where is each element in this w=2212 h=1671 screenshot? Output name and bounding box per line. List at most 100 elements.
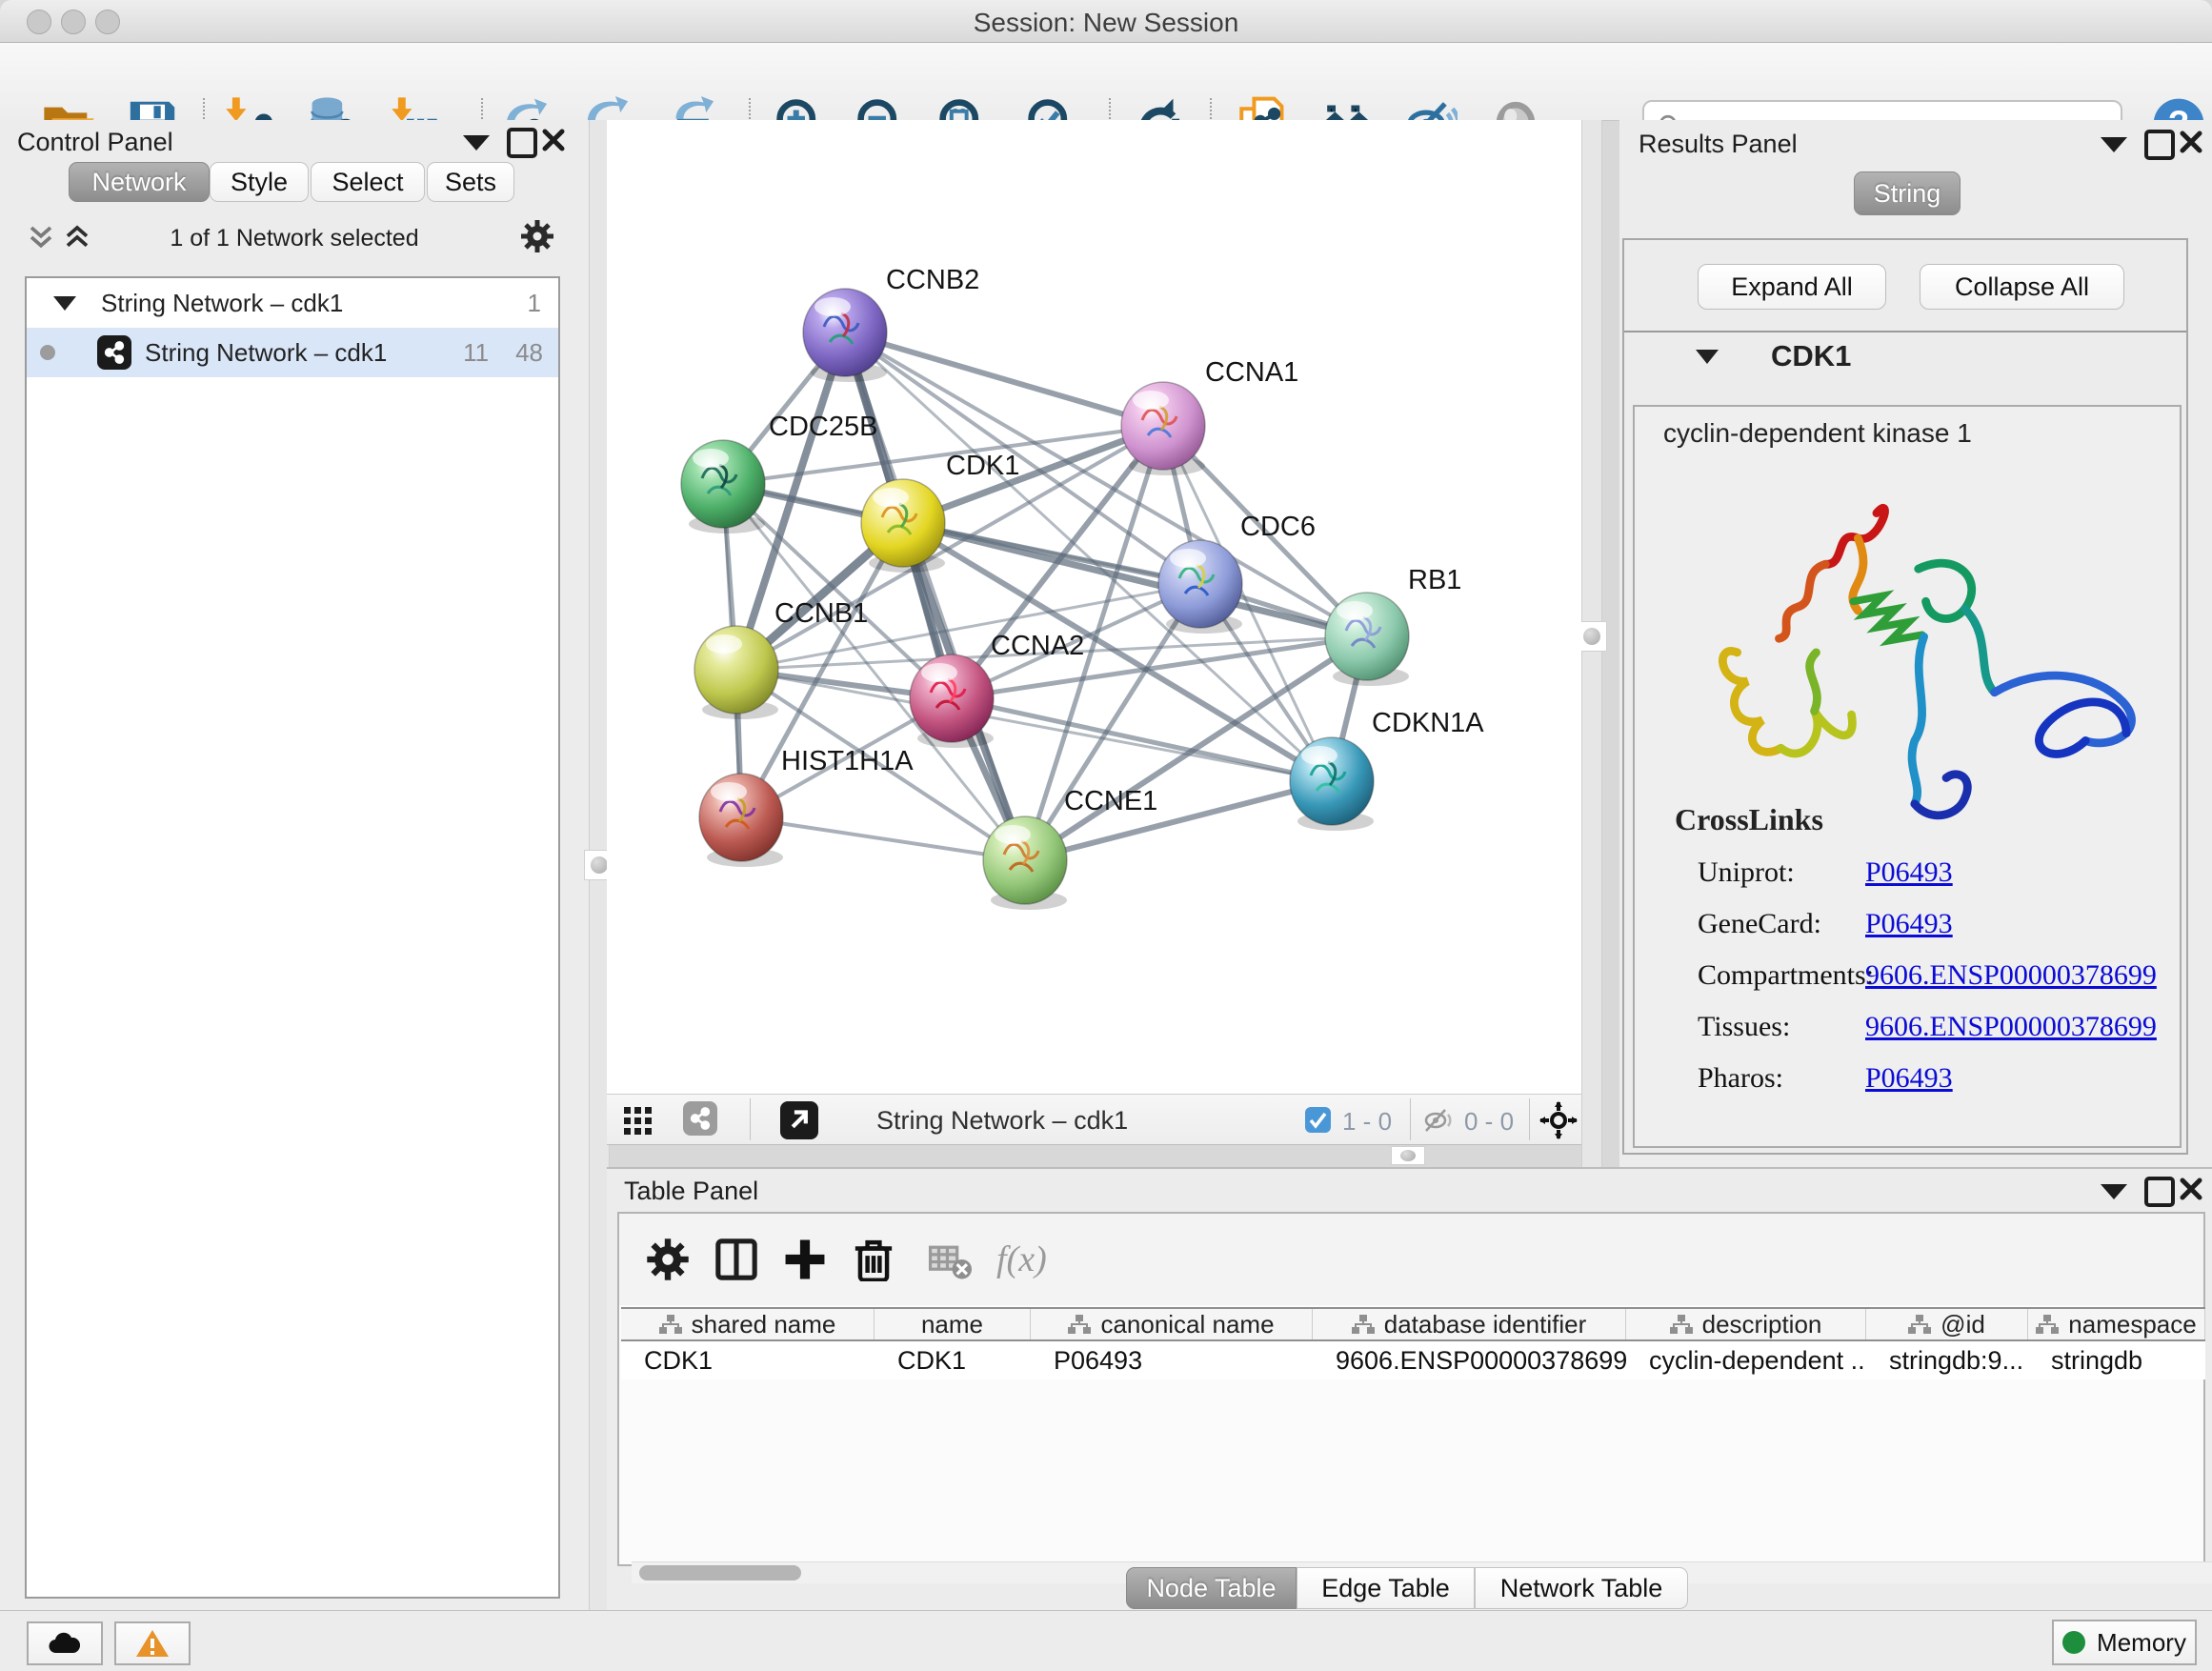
bottom-splitter-handle[interactable] [1391,1146,1425,1165]
table-row[interactable]: CDK1CDK1P064939606.ENSP00000378699cyclin… [621,1341,2205,1379]
crosslink-row: Pharos:P06493 [1698,1053,2164,1104]
table-panel: Table Panel f(x) shared namenamecanonica… [607,1167,2212,1610]
maximize-panel-icon[interactable] [2144,130,2175,160]
network-share-icon[interactable] [683,1101,717,1136]
gene-expand-icon[interactable] [1696,350,1719,364]
column-header-description[interactable]: description [1626,1309,1866,1339]
network-status-dot [40,345,55,360]
column-header--id[interactable]: @id [1866,1309,2028,1339]
float-panel-icon[interactable] [463,135,490,151]
network-collection-row[interactable]: String Network – cdk1 1 [27,278,558,328]
tab-sets[interactable]: Sets [427,162,514,202]
edge-CCNA2-CDKN1A[interactable] [952,698,1332,781]
crosslink-link[interactable]: 9606.ENSP00000378699 [1865,1011,2157,1043]
node-CDC25B[interactable]: CDC25B [681,412,877,534]
crosslink-link[interactable]: P06493 [1865,856,1953,889]
cloud-button[interactable] [27,1621,103,1665]
warning-button[interactable] [114,1621,191,1665]
network-selection-status: 1 of 1 Network selected [0,225,589,252]
node-RB1[interactable]: RB1 [1325,565,1461,686]
cell-description[interactable]: cyclin-dependent ... [1626,1341,1866,1379]
network-row[interactable]: String Network – cdk1 11 48 [27,328,558,377]
column-header-namespace[interactable]: namespace [2028,1309,2205,1339]
node-label-CDC6: CDC6 [1240,512,1316,542]
crosslink-link[interactable]: P06493 [1865,1062,1953,1095]
maximize-panel-icon[interactable] [2144,1177,2175,1207]
column-header-shared-name[interactable]: shared name [621,1309,875,1339]
memory-label: Memory [2097,1628,2186,1658]
node-label-RB1: RB1 [1408,565,1461,595]
close-panel-icon[interactable] [2179,130,2203,154]
cell-database-identifier[interactable]: 9606.ENSP00000378699 [1313,1341,1626,1379]
column-header-name[interactable]: name [875,1309,1031,1339]
control-panel: Control Panel Network Style Select Sets … [0,120,589,1610]
table-settings-gear-icon[interactable] [646,1238,690,1281]
tab-node-table[interactable]: Node Table [1126,1567,1297,1609]
delete-table-icon [928,1238,972,1281]
node-CDKN1A[interactable]: CDKN1A [1290,708,1484,831]
column-header-database-identifier[interactable]: database identifier [1313,1309,1626,1339]
network-view-toolbar: String Network – cdk1 1 - 0 0 - 0 [607,1094,1581,1145]
network-canvas[interactable]: CCNB2CCNA1CDC25BCDK1CDC6RB1CCNB1CCNA2CDK… [607,120,1581,1094]
tab-style[interactable]: Style [210,162,309,202]
toolbar-separator [750,1098,751,1140]
collapse-all-button[interactable]: Collapse All [1920,264,2124,310]
cell--id[interactable]: stringdb:9... [1866,1341,2028,1379]
grid-view-icon[interactable] [624,1107,653,1136]
node-label-CDC25B: CDC25B [769,412,877,442]
cell-name[interactable]: CDK1 [875,1341,1031,1379]
cytoscape-window: { "window": { "title": "Session: New Ses… [0,0,2212,1671]
node-label-HIST1H1A: HIST1H1A [781,746,914,776]
protein-structure-image [1661,462,2157,834]
node-HIST1H1A[interactable]: HIST1H1A [699,746,914,867]
cell-shared-name[interactable]: CDK1 [621,1341,875,1379]
show-columns-icon[interactable] [714,1238,758,1281]
hidden-counts: 0 - 0 [1464,1107,1514,1137]
tab-select[interactable]: Select [311,162,425,202]
expand-all-button[interactable]: Expand All [1698,264,1886,310]
right-splitter[interactable] [1581,120,1602,1167]
crosslink-link[interactable]: 9606.ENSP00000378699 [1865,959,2157,992]
crosslink-link[interactable]: P06493 [1865,908,1953,940]
node-label-CCNA1: CCNA1 [1205,357,1298,388]
delete-column-trash-icon[interactable] [852,1238,895,1281]
close-panel-icon[interactable] [2179,1177,2203,1201]
create-column-plus-icon[interactable] [783,1238,827,1281]
string-results-box: Expand All Collapse All CDK1 cyclin-depe… [1622,238,2188,1155]
crosslink-label: Tissues: [1698,1011,1865,1043]
function-builder-icon: f(x) [996,1238,1047,1280]
close-panel-icon[interactable] [541,128,566,152]
cell-namespace[interactable]: stringdb [2028,1341,2205,1379]
edge-CCNB2-CCNA1[interactable] [845,332,1163,426]
collection-expand-icon[interactable] [53,296,76,311]
gene-details-box: cyclin-dependent kinase 1 [1633,405,2182,1148]
maximize-panel-icon[interactable] [507,128,537,158]
memory-button[interactable]: Memory [2052,1620,2197,1665]
tab-string[interactable]: String [1854,171,1961,215]
collection-count: 1 [528,289,541,318]
cell-canonical-name[interactable]: P06493 [1031,1341,1313,1379]
float-panel-icon[interactable] [2101,1184,2127,1199]
column-type-icon [1670,1315,1693,1334]
gear-icon[interactable] [520,219,554,253]
column-header-canonical-name[interactable]: canonical name [1031,1309,1313,1339]
node-CCNA1[interactable]: CCNA1 [1121,357,1298,475]
column-type-icon [1908,1315,1931,1334]
fit-crosshair-icon[interactable] [1538,1100,1579,1140]
title-bar: Session: New Session [0,0,2212,43]
results-panel: Results Panel String Expand All Collapse… [1619,120,2212,1167]
node-label-CDKN1A: CDKN1A [1372,708,1484,738]
float-panel-icon[interactable] [2101,137,2127,152]
scrollbar-thumb[interactable] [639,1565,801,1580]
table-panel-title: Table Panel [624,1177,758,1206]
crosslinks-list: Uniprot:P06493GeneCard:P06493Compartment… [1698,847,2164,1104]
birdseye-toggle-icon[interactable] [780,1101,818,1139]
selected-nodes-checkbox[interactable] [1305,1107,1331,1133]
crosslink-row: Compartments:9606.ENSP00000378699 [1698,950,2164,1001]
tab-edge-table[interactable]: Edge Table [1297,1567,1475,1609]
tab-network[interactable]: Network [69,162,210,202]
tab-network-table[interactable]: Network Table [1475,1567,1688,1609]
hidden-eye-slash-icon [1422,1107,1455,1134]
edge-HIST1H1A-CCNE1[interactable] [741,817,1025,860]
gene-name: CDK1 [1771,339,1851,373]
